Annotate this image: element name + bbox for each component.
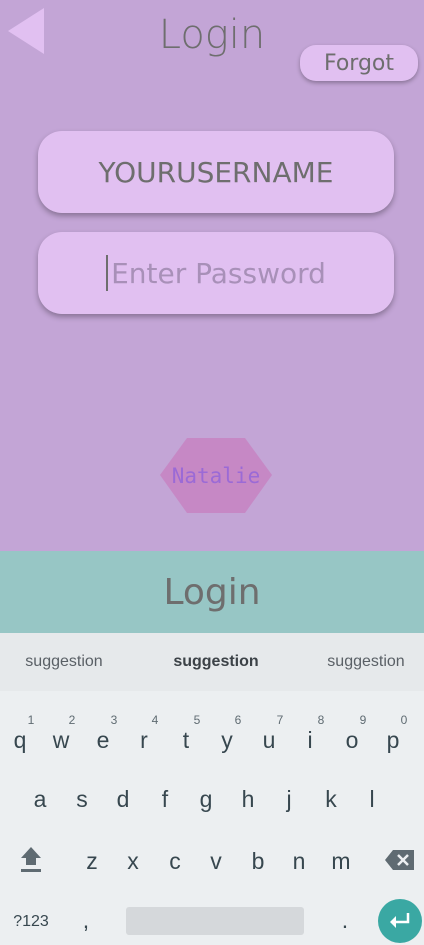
key-z[interactable]: z [72,848,112,875]
key-m[interactable]: m [321,848,361,875]
login-button-label: Login [163,571,261,613]
suggestion-bar: suggestion suggestion suggestion [0,633,424,691]
password-field[interactable]: Enter Password [38,232,394,314]
key-comma[interactable]: , [66,907,106,934]
key-hint: 3 [110,713,118,727]
username-value: YOURUSERNAME [98,155,334,189]
key-w[interactable]: w [41,727,81,754]
key-hint: 1 [27,713,35,727]
key-p[interactable]: p [373,727,413,754]
key-b[interactable]: b [238,848,278,875]
login-screen: Login Forgot YOURUSERNAME Enter Password… [0,0,424,551]
user-badge-label: Natalie [171,463,261,488]
login-button[interactable]: Login [0,551,424,633]
key-r[interactable]: r [124,727,164,754]
key-hint: 2 [68,713,76,727]
key-n[interactable]: n [279,848,319,875]
suggestion-right[interactable]: suggestion [296,633,424,691]
key-v[interactable]: v [196,848,236,875]
shift-icon[interactable] [19,845,43,873]
text-caret [106,255,109,291]
key-c[interactable]: c [155,848,195,875]
enter-key[interactable] [378,899,422,943]
key-t[interactable]: t [166,727,206,754]
suggestion-center[interactable]: suggestion [146,633,286,691]
key-hint: 8 [317,713,325,727]
username-field[interactable]: YOURUSERNAME [38,131,394,213]
key-period[interactable]: . [325,907,365,934]
key-k[interactable]: k [311,786,351,813]
key-a[interactable]: a [20,786,60,813]
key-l[interactable]: l [352,786,392,813]
key-hint: 9 [359,713,367,727]
key-hint: 4 [151,713,159,727]
key-hint: 6 [234,713,242,727]
key-o[interactable]: o [332,727,372,754]
forgot-button[interactable]: Forgot [300,45,418,81]
key-q[interactable]: q [0,727,40,754]
key-f[interactable]: f [145,786,185,813]
space-bar[interactable] [126,907,304,935]
backspace-icon[interactable] [385,849,415,871]
key-hint: 7 [276,713,284,727]
key-y[interactable]: y [207,727,247,754]
key-hint: 5 [193,713,201,727]
key-h[interactable]: h [228,786,268,813]
password-placeholder: Enter Password [111,256,326,290]
key-g[interactable]: g [186,786,226,813]
symbols-key[interactable]: ?123 [6,913,56,931]
key-s[interactable]: s [62,786,102,813]
key-u[interactable]: u [249,727,289,754]
key-x[interactable]: x [113,848,153,875]
key-j[interactable]: j [269,786,309,813]
keyboard: suggestion suggestion suggestion 1 2 3 4… [0,633,424,945]
key-i[interactable]: i [290,727,330,754]
suggestion-left[interactable]: suggestion [0,633,134,691]
key-e[interactable]: e [83,727,123,754]
enter-icon [390,913,410,928]
key-d[interactable]: d [103,786,143,813]
key-hint: 0 [400,713,408,727]
